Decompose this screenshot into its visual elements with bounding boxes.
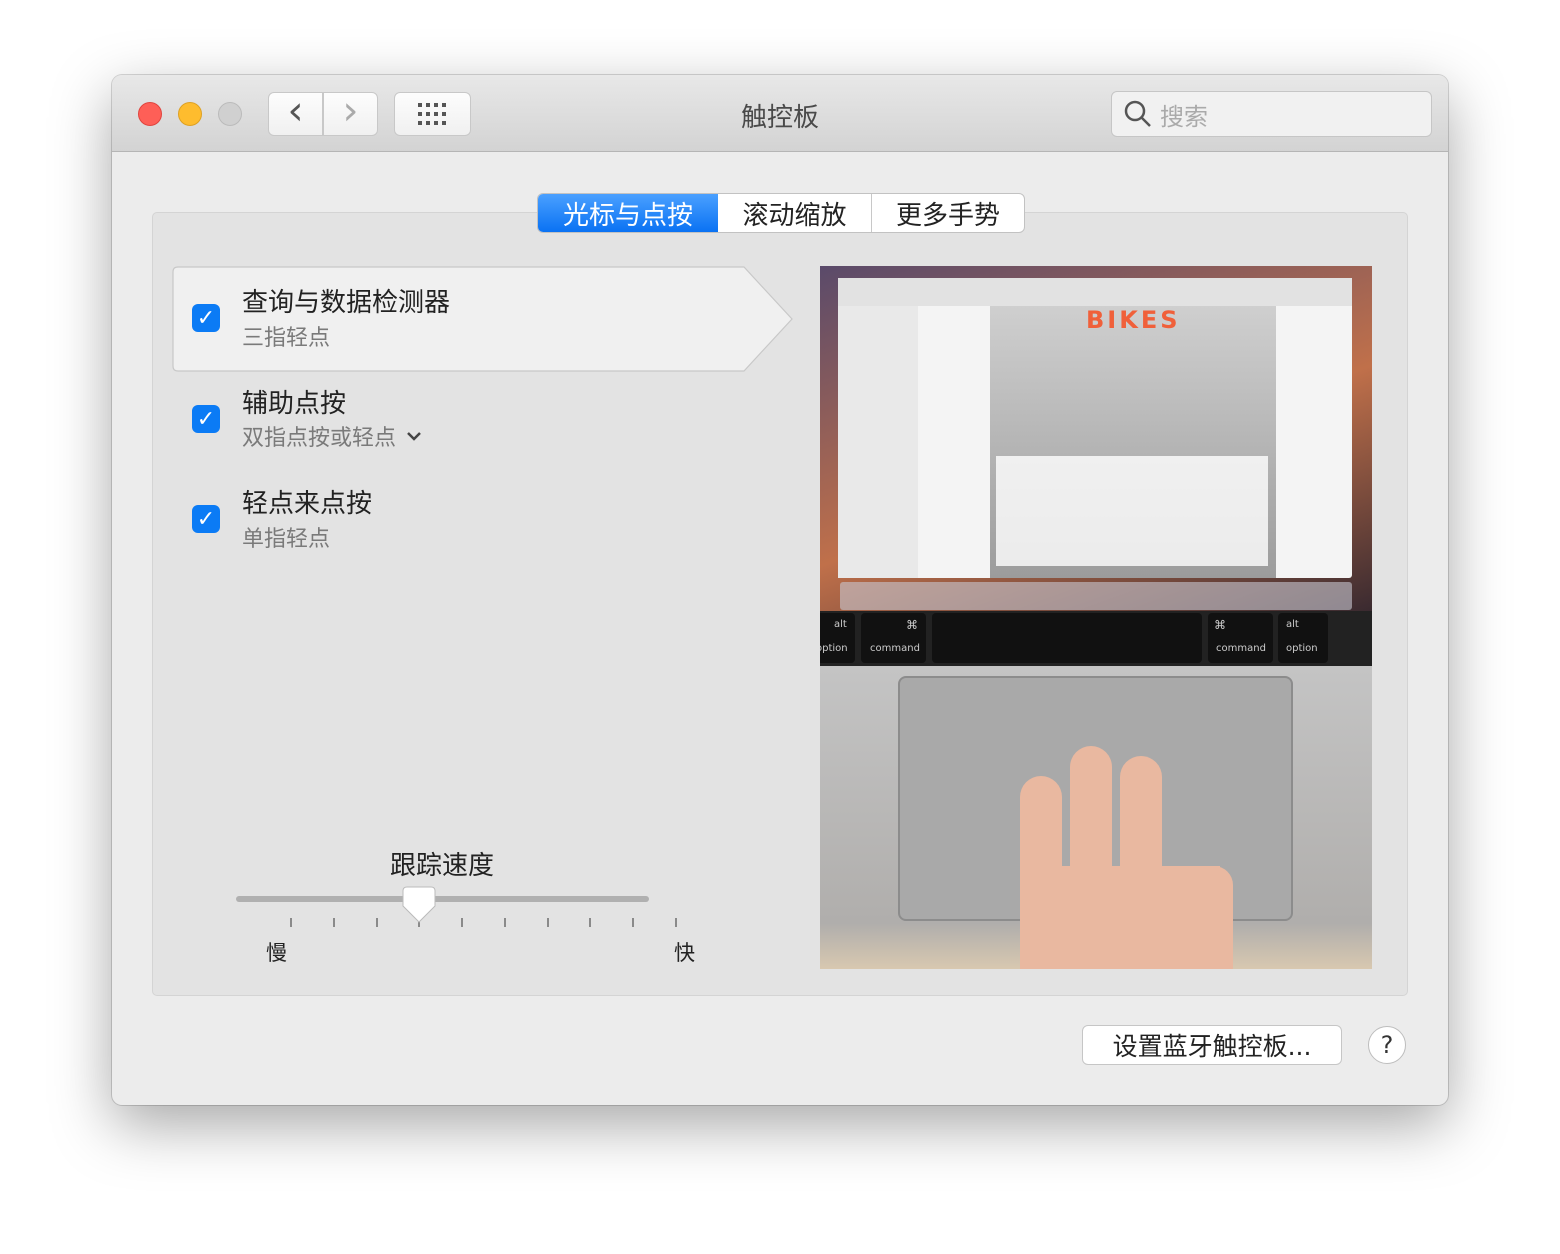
checkbox-tap-to-click[interactable]: ✓	[192, 505, 220, 533]
tab-scroll-zoom[interactable]: 滚动缩放	[718, 194, 871, 232]
gesture-preview-video: BIKES altoption ⌘command ⌘command altopt…	[820, 266, 1372, 969]
slow-label: 慢	[266, 941, 287, 965]
slider-tick	[461, 918, 464, 927]
pages-app-window: BIKES	[838, 278, 1352, 578]
preferences-window: ‹ › 触控板 搜索 光标与点按 滚动缩放 更多手势 ✓ 查询与数据检测器 三指…	[112, 75, 1448, 1105]
key-command-left: ⌘ command	[861, 613, 926, 663]
search-placeholder: 搜索	[1160, 102, 1208, 131]
slider-tick	[632, 918, 635, 927]
title-bar: ‹ › 触控板 搜索	[112, 75, 1448, 152]
search-icon	[1124, 100, 1151, 127]
tab-bar: 光标与点按 滚动缩放 更多手势	[537, 193, 1025, 233]
slider-tick	[589, 918, 592, 927]
slider-tick	[290, 918, 292, 927]
list-item-tap-to-click[interactable]: ✓ 轻点来点按 单指轻点	[172, 468, 772, 572]
list-item-lookup[interactable]: ✓ 查询与数据检测器 三指轻点	[172, 266, 772, 370]
item-subtitle: 单指轻点	[242, 527, 331, 552]
chevron-down-icon	[407, 432, 421, 441]
key-space	[932, 613, 1202, 663]
item-title: 辅助点按	[242, 389, 347, 419]
item-subtitle: 双指点按或轻点	[242, 426, 397, 451]
fast-label: 快	[674, 941, 695, 965]
item-title: 轻点来点按	[242, 489, 373, 519]
slider-thumb[interactable]	[402, 886, 436, 924]
key-command-right: ⌘ command	[1208, 613, 1273, 663]
slider-tick	[375, 918, 378, 927]
item-title: 查询与数据检测器	[242, 288, 451, 318]
secondary-click-dropdown[interactable]: 双指点按或轻点	[242, 420, 422, 452]
list-item-secondary-click[interactable]: ✓ 辅助点按 双指点按或轻点	[172, 368, 772, 472]
slider-tick	[675, 918, 677, 927]
tracking-speed-slider[interactable]	[236, 896, 649, 902]
hand-fingers-image	[1020, 746, 1233, 969]
checkbox-secondary-click[interactable]: ✓	[192, 405, 220, 433]
tab-more-gestures[interactable]: 更多手势	[871, 194, 1024, 232]
slider-tick	[503, 918, 506, 927]
slider-tick	[332, 918, 335, 927]
tracking-speed-label: 跟踪速度	[390, 851, 495, 881]
search-input[interactable]: 搜索	[1111, 91, 1432, 137]
tab-point-click[interactable]: 光标与点按	[538, 194, 718, 232]
key-option-right: alt option	[1278, 613, 1328, 663]
slider-tick	[546, 918, 549, 927]
item-subtitle: 三指轻点	[242, 326, 331, 351]
help-button[interactable]: ?	[1368, 1026, 1406, 1064]
checkbox-lookup[interactable]: ✓	[192, 304, 220, 332]
key-option-left: altoption	[820, 613, 855, 663]
document-title: BIKES	[1086, 306, 1181, 334]
dock	[840, 582, 1352, 610]
setup-bluetooth-trackpad-button[interactable]: 设置蓝牙触控板...	[1082, 1025, 1342, 1065]
